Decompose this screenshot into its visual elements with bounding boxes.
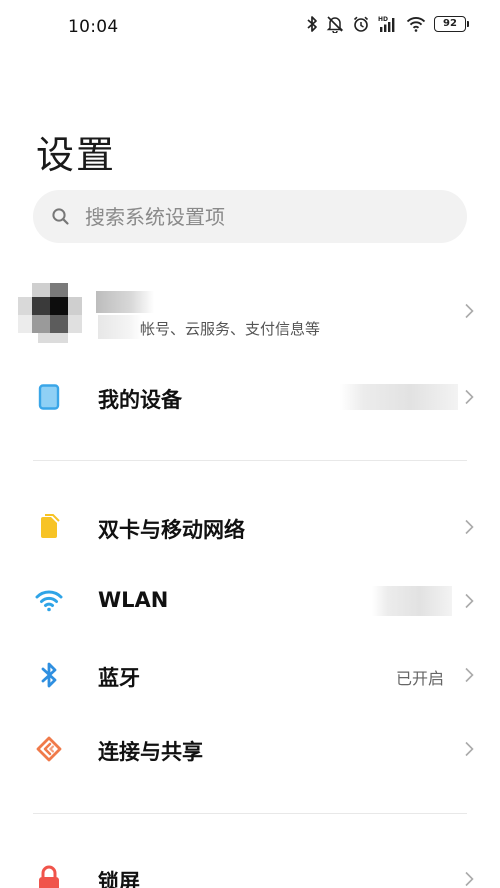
divider: [33, 813, 467, 814]
wifi-network-obscured: [372, 586, 452, 616]
chevron-right-icon: [465, 303, 474, 319]
status-bar: 10:04 HD 92: [0, 0, 500, 56]
avatar: [18, 277, 84, 343]
settings-item-bluetooth[interactable]: 蓝牙 已开启: [0, 640, 500, 710]
battery-icon: 92: [434, 16, 469, 32]
status-icons: HD 92: [306, 15, 469, 33]
device-name-obscured: [340, 384, 458, 410]
chevron-right-icon: [465, 667, 474, 683]
settings-item-dual-sim[interactable]: 双卡与移动网络: [0, 492, 500, 562]
wifi-icon: [406, 16, 426, 32]
account-subtitle: 帐号、云服务、支付信息等: [140, 320, 321, 338]
phone-device-icon: [34, 382, 64, 412]
wifi-icon: [34, 586, 64, 616]
search-bar[interactable]: [33, 190, 467, 243]
settings-item-label: 蓝牙: [98, 666, 140, 690]
chevron-right-icon: [465, 741, 474, 757]
alarm-icon: [352, 15, 370, 33]
bluetooth-status: 已开启: [395, 669, 444, 688]
divider: [33, 460, 467, 461]
account-row[interactable]: 帐号、云服务、支付信息等: [0, 265, 500, 357]
bluetooth-icon: [306, 15, 318, 33]
settings-item-label: 连接与共享: [98, 740, 203, 764]
account-name: [96, 291, 154, 313]
hd-signal-icon: HD: [378, 15, 398, 33]
account-subtitle-obscured: [98, 315, 142, 339]
bluetooth-icon: [34, 660, 64, 690]
sim-card-icon: [34, 512, 64, 542]
status-time: 10:04: [68, 17, 119, 37]
search-input[interactable]: [85, 190, 445, 243]
settings-item-connection-sharing[interactable]: 连接与共享: [0, 714, 500, 784]
search-icon: [51, 207, 70, 230]
settings-item-label: 双卡与移动网络: [98, 518, 245, 542]
chevron-right-icon: [465, 593, 474, 609]
chevron-right-icon: [465, 519, 474, 535]
lock-icon: [34, 864, 64, 888]
settings-screen: 10:04 HD 92 设置 搜索系统设置项 帐号、云服务、支付信息等 我的设备…: [0, 0, 500, 888]
mute-icon: [326, 15, 344, 33]
settings-item-lock-screen[interactable]: 锁屏: [0, 844, 500, 888]
settings-item-label: 我的设备: [98, 388, 182, 412]
share-connection-icon: [34, 734, 64, 764]
chevron-right-icon: [465, 871, 474, 887]
svg-text:HD: HD: [378, 16, 388, 23]
page-title: 设置: [36, 133, 117, 177]
settings-item-my-device[interactable]: 我的设备: [0, 362, 500, 432]
chevron-right-icon: [465, 389, 474, 405]
settings-item-wlan[interactable]: WLAN: [0, 566, 500, 636]
battery-level: 92: [443, 18, 457, 29]
settings-item-label: 锁屏: [98, 870, 140, 888]
settings-item-label: WLAN: [98, 588, 169, 612]
